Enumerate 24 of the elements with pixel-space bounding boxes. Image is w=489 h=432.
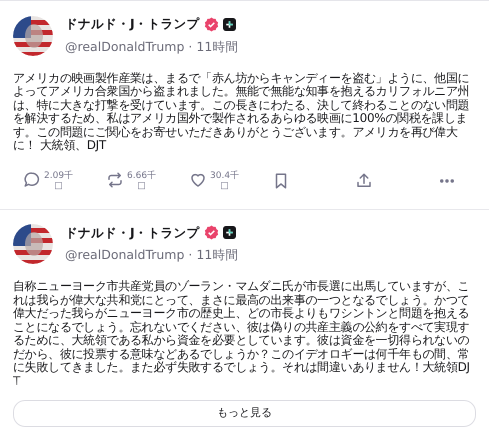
post-text: 自称ニューヨーク市共産党員のゾーラン・マムダニ氏が市長選に出馬していますが、これは我らが偉大な共和党にとって、まさに最高の出来事の一つとなるでしょう。かつて偉大だった我らがニューヨーク市の歴史上、どの市長よりもワシントンと問題を抱えることになるでしょう。忘れないでください、彼は偽りの共産主義の公約をすべて実現するために、大統領である私から資金を必要としています。彼は資金を一切得られないのだから、彼に投票する意味などあるでしょうか？このイデオロギーは何千年もの間、常に失敗してきました。また必ず失敗するでしょう。それは間違いありません！大統領DJT	[13, 280, 471, 388]
user-handle: @realDonaldTrump	[65, 246, 184, 264]
author-name: ドナルド・J・トランプ	[65, 15, 200, 33]
count: 2.09千	[44, 170, 74, 180]
count-unit: □	[136, 180, 147, 190]
count-unit: □	[53, 180, 64, 190]
post-text: アメリカの映画製作産業は、まるで「赤ん坊からキャンディーを盗む」ように、他国によってアメリカ合衆国から盗まれました。無能で無能な知事を抱えるカリフォルニア州は、特に大きな打撃を受けています。この長きにわたる、決して終わることのない問題を解決するため、私はアメリカ国外で製作されるあらゆる映画に100%の関税を課します。この問題にご関心をお寄せいただきありがとうございます。アメリカを再び偉大に！ 大統領、DJT	[13, 72, 470, 152]
avatar[interactable]	[13, 224, 53, 264]
count: 6.66千	[127, 170, 156, 180]
post-time: 11時間	[196, 38, 238, 56]
repost-icon[interactable]	[106, 170, 124, 188]
show-more-button[interactable]: もっと見る	[13, 400, 476, 426]
avatar[interactable]	[13, 16, 53, 56]
author-name: ドナルド・J・トランプ	[65, 224, 200, 242]
count-unit: □	[219, 180, 230, 190]
speech-bubble-icon[interactable]	[23, 170, 41, 188]
separator: ·	[188, 38, 192, 56]
separator: ·	[188, 246, 192, 264]
share-icon[interactable]	[355, 172, 373, 190]
count: 30.4千	[210, 170, 240, 180]
plus-icon	[222, 18, 236, 31]
post-time: 11時間	[196, 246, 238, 264]
plus-icon	[222, 226, 236, 240]
user-handle: @realDonaldTrump	[65, 38, 184, 56]
